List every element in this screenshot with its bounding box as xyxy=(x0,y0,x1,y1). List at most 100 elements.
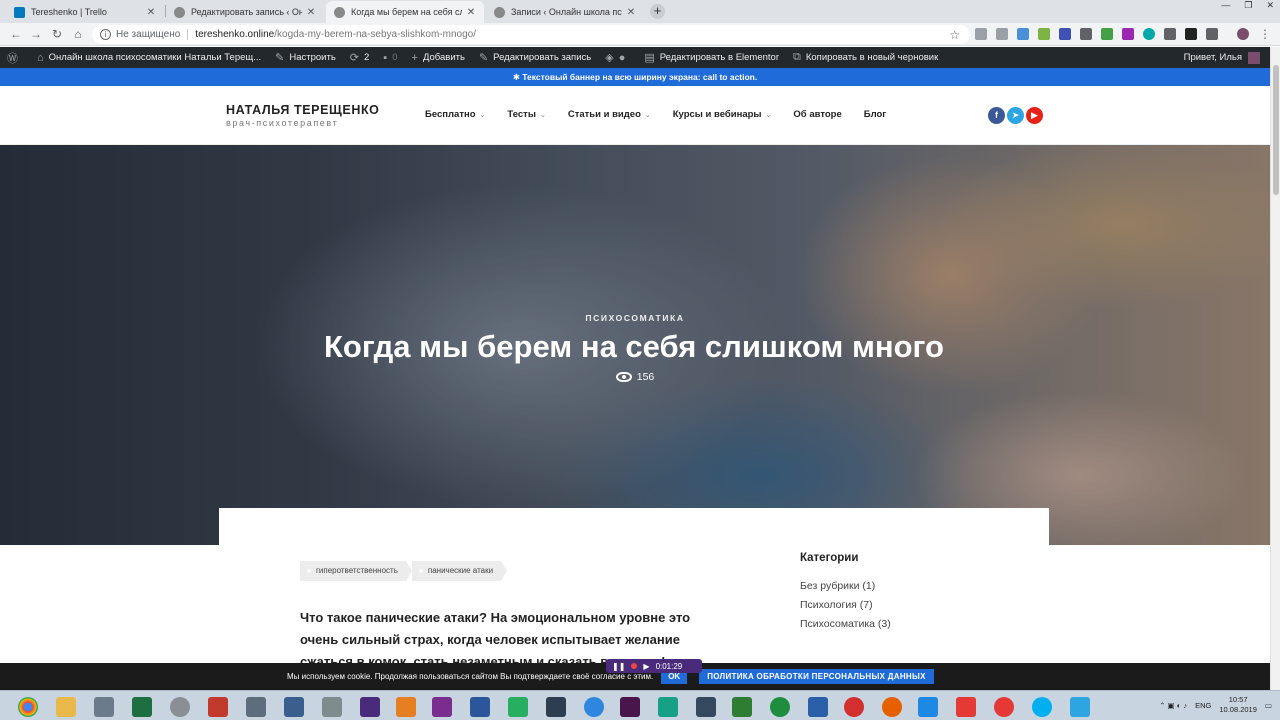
tab-posts[interactable]: Записи ‹ Онлайн школа психос ✕ xyxy=(486,1,644,23)
outlook-icon[interactable] xyxy=(396,697,416,717)
cta-banner[interactable]: ✱ Текстовый баннер на всю ширину экрана:… xyxy=(0,68,1270,86)
youtube-icon[interactable]: ▶ xyxy=(1026,107,1043,124)
extension-icon[interactable] xyxy=(1101,28,1113,40)
app-icon[interactable] xyxy=(360,697,380,717)
reload-icon[interactable]: ↻ xyxy=(50,27,64,41)
wordpress-logo[interactable]: Ⓦ xyxy=(0,50,30,66)
nav-item-blog[interactable]: Блог xyxy=(864,109,887,120)
comments-link[interactable]: ▪ 0 xyxy=(376,52,404,64)
scrollbar-thumb[interactable] xyxy=(1273,65,1279,195)
yandex-icon[interactable] xyxy=(956,697,976,717)
skype-icon[interactable] xyxy=(1032,697,1052,717)
app-icon[interactable] xyxy=(508,697,528,717)
close-icon[interactable]: ✕ xyxy=(306,7,316,18)
address-bar[interactable]: i Не защищено tereshenko.online /kogda-m… xyxy=(92,25,970,44)
tab-edit-post[interactable]: Редактировать запись ‹ Онлайн ✕ xyxy=(166,1,324,23)
extension-icon[interactable] xyxy=(1080,28,1092,40)
bookmark-star-icon[interactable]: ☆ xyxy=(949,28,960,42)
clock[interactable]: 10:57 10.08.2019 xyxy=(1219,695,1257,715)
maximize-icon[interactable]: ❐ xyxy=(1244,0,1252,11)
category-link[interactable]: Психосоматика (3) xyxy=(800,618,891,630)
app-icon[interactable] xyxy=(658,697,678,717)
calculator-icon[interactable] xyxy=(94,697,114,717)
edge-icon[interactable] xyxy=(918,697,938,717)
screen-recorder-widget[interactable]: ❚❚ ▶ 0:01:29 xyxy=(606,659,702,673)
extension-icon[interactable] xyxy=(1059,28,1071,40)
extension-icon[interactable] xyxy=(1185,28,1197,40)
new-tab-button[interactable]: + xyxy=(650,4,665,19)
tab-trello[interactable]: Tereshenko | Trello ✕ xyxy=(6,1,164,23)
category-link[interactable]: Психология (7) xyxy=(800,599,891,611)
app-icon[interactable] xyxy=(170,697,190,717)
site-logo[interactable]: НАТАЛЬЯ ТЕРЕЩЕНКО врач-психотерапевт xyxy=(226,103,380,128)
extension-icon[interactable] xyxy=(1038,28,1050,40)
telegram-icon[interactable] xyxy=(1070,697,1090,717)
nav-item-courses[interactable]: Курсы и вебинары ⌄ xyxy=(673,109,772,120)
site-name-link[interactable]: ⌂ Онлайн школа психосоматики Натальи Тер… xyxy=(30,52,268,64)
page-scrollbar[interactable] xyxy=(1270,47,1280,690)
upwork-icon[interactable] xyxy=(770,697,790,717)
tab-current-post[interactable]: Когда мы берем на себя слишк ✕ xyxy=(326,1,484,23)
nav-item-tests[interactable]: Тесты ⌄ xyxy=(507,109,545,120)
pause-icon[interactable]: ❚❚ xyxy=(612,662,625,671)
app-icon[interactable] xyxy=(246,697,266,717)
minimize-icon[interactable]: — xyxy=(1221,0,1230,11)
customize-link[interactable]: ✎ Настроить xyxy=(268,51,343,64)
opera-icon[interactable] xyxy=(844,697,864,717)
tag-link[interactable]: панические атаки xyxy=(411,561,508,581)
onenote-icon[interactable] xyxy=(432,697,452,717)
app-icon[interactable] xyxy=(208,697,228,717)
menu-icon[interactable]: ⋮ xyxy=(1258,27,1272,41)
add-new-link[interactable]: + Добавить xyxy=(405,52,472,64)
folder-icon[interactable] xyxy=(56,697,76,717)
app-icon[interactable] xyxy=(546,697,566,717)
nav-item-articles[interactable]: Статьи и видео ⌄ xyxy=(568,109,651,120)
firefox-icon[interactable] xyxy=(882,697,902,717)
tray-icons[interactable]: ⌃ ▣ ◐ ♪ xyxy=(1159,701,1187,710)
chrome-icon[interactable] xyxy=(18,697,38,717)
hero-category[interactable]: ПСИХОСОМАТИКА xyxy=(0,313,1270,323)
word-icon[interactable] xyxy=(470,697,490,717)
extension-icon[interactable] xyxy=(996,28,1008,40)
account-menu[interactable]: Привет, Илья xyxy=(1184,51,1270,64)
edit-elementor-link[interactable]: ▤ Редактировать в Elementor xyxy=(637,51,786,64)
nav-item-about[interactable]: Об авторе xyxy=(793,109,841,120)
rocket-icon[interactable] xyxy=(1206,28,1218,40)
facebook-icon[interactable]: f xyxy=(988,107,1005,124)
notifications-icon[interactable]: ▭ xyxy=(1265,701,1272,710)
utorrent-icon[interactable] xyxy=(732,697,752,717)
privacy-policy-button[interactable]: ПОЛИТИКА ОБРАБОТКИ ПЕРСОНАЛЬНЫХ ДАННЫХ xyxy=(699,669,934,684)
close-icon[interactable]: ✕ xyxy=(146,7,156,18)
zoom-icon[interactable] xyxy=(975,28,987,40)
excel-icon[interactable] xyxy=(132,697,152,717)
tag-link[interactable]: гиперответственность xyxy=(300,561,412,581)
slack-icon[interactable] xyxy=(620,697,640,717)
copy-draft-link[interactable]: ⧉ Копировать в новый черновик xyxy=(786,51,945,64)
extension-icon[interactable] xyxy=(1017,28,1029,40)
home-icon[interactable]: ⌂ xyxy=(71,27,85,41)
info-icon[interactable]: i xyxy=(100,29,111,40)
close-window-icon[interactable]: ✕ xyxy=(1266,0,1274,11)
extension-icon[interactable] xyxy=(1164,28,1176,40)
close-icon[interactable]: ✕ xyxy=(626,7,636,18)
close-icon[interactable]: ✕ xyxy=(466,7,476,18)
profile-avatar[interactable] xyxy=(1237,28,1249,40)
nav-item-free[interactable]: Бесплатно ⌄ xyxy=(425,109,485,120)
edit-post-link[interactable]: ✎ Редактировать запись xyxy=(472,51,598,64)
forward-icon[interactable]: → xyxy=(29,27,43,41)
telegram-icon[interactable]: ➤ xyxy=(1007,107,1024,124)
play-icon[interactable]: ▶ xyxy=(643,662,649,671)
yandex-browser-icon[interactable] xyxy=(994,697,1014,717)
extension-icon[interactable] xyxy=(1122,28,1134,40)
app-icon[interactable] xyxy=(322,697,342,717)
record-icon[interactable] xyxy=(631,663,638,669)
app-icon[interactable] xyxy=(696,697,716,717)
seo-menu[interactable]: ◈ ● xyxy=(598,51,637,65)
app-icon[interactable] xyxy=(284,697,304,717)
back-icon[interactable]: ← xyxy=(9,27,23,41)
language-indicator[interactable]: ENG xyxy=(1195,701,1211,710)
extension-icon[interactable] xyxy=(1143,28,1155,40)
app-icon[interactable] xyxy=(808,697,828,717)
maps-icon[interactable] xyxy=(584,697,604,717)
updates-link[interactable]: ⟳ 2 xyxy=(343,51,377,64)
